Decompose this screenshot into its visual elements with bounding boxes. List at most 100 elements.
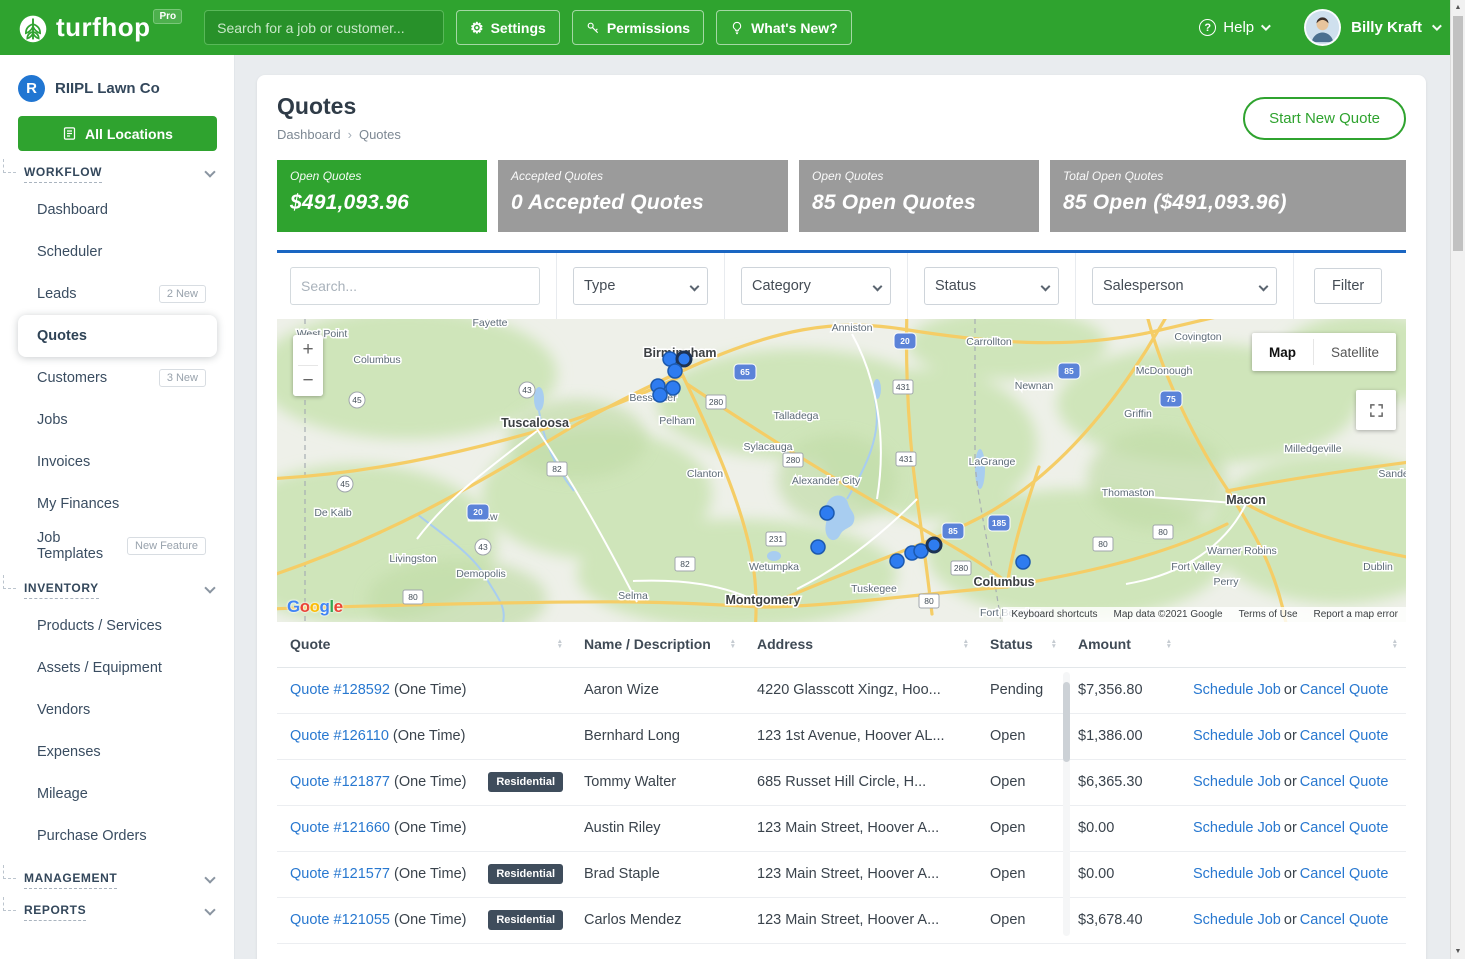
cancel-quote-link[interactable]: Cancel Quote (1300, 820, 1389, 836)
fullscreen-button[interactable] (1356, 390, 1396, 430)
schedule-job-link[interactable]: Schedule Job (1193, 774, 1281, 790)
settings-button[interactable]: Settings (456, 10, 560, 45)
terms-of-use-link[interactable]: Terms of Use (1231, 609, 1306, 620)
sidebar-item-customers[interactable]: Customers 3 New (18, 357, 217, 399)
zoom-in-button[interactable]: + (293, 335, 323, 365)
global-search-input[interactable] (204, 10, 444, 45)
stat-open-quotes-amount[interactable]: Open Quotes $491,093.96 (277, 160, 487, 232)
status-select[interactable]: Status (924, 267, 1059, 305)
table-scrollbar-thumb[interactable] (1063, 682, 1070, 762)
help-menu[interactable]: Help (1199, 19, 1268, 36)
col-status[interactable]: Status (990, 636, 1033, 652)
cancel-quote-link[interactable]: Cancel Quote (1300, 682, 1389, 698)
sidebar-item-job-templates[interactable]: Job Templates New Feature (18, 525, 217, 567)
cancel-quote-link[interactable]: Cancel Quote (1300, 912, 1389, 928)
sidebar-item-leads[interactable]: Leads 2 New (18, 273, 217, 315)
satellite-view-button[interactable]: Satellite (1314, 333, 1396, 371)
scrollbar-thumb[interactable] (1453, 16, 1463, 251)
cancel-quote-link[interactable]: Cancel Quote (1300, 774, 1389, 790)
sidebar-item-scheduler[interactable]: Scheduler (18, 231, 217, 273)
user-menu[interactable]: Billy Kraft (1351, 19, 1422, 36)
chevron-down-icon (1259, 282, 1269, 292)
quote-link[interactable]: Quote #121660 (290, 820, 390, 836)
report-error-link[interactable]: Report a map error (1306, 609, 1406, 620)
section-reports[interactable]: REPORTS (24, 903, 214, 921)
cancel-quote-link[interactable]: Cancel Quote (1300, 728, 1389, 744)
sidebar-item-purchase-orders[interactable]: Purchase Orders (18, 815, 217, 857)
sidebar-item-my-finances[interactable]: My Finances (18, 483, 217, 525)
road-shield: 43 (519, 382, 535, 398)
quotes-map[interactable]: West PointFayetteColumbusTuscaloosaBirmi… (277, 319, 1406, 622)
start-new-quote-button[interactable]: Start New Quote (1243, 97, 1406, 140)
quote-link[interactable]: Quote #121055 (290, 912, 390, 928)
quotes-search-input[interactable] (290, 267, 540, 305)
quote-link[interactable]: Quote #121577 (290, 866, 390, 882)
col-address[interactable]: Address (757, 636, 813, 652)
action-separator: or (1284, 774, 1297, 790)
col-name[interactable]: Name / Description (584, 636, 711, 652)
map-view-button[interactable]: Map (1252, 333, 1313, 371)
map-marker[interactable] (653, 388, 667, 402)
quote-type: (One Time) (394, 774, 467, 790)
whats-new-button[interactable]: What's New? (716, 10, 852, 45)
sidebar-item-invoices[interactable]: Invoices (18, 441, 217, 483)
sort-arrows-icon[interactable] (730, 639, 736, 649)
section-inventory[interactable]: INVENTORY (24, 581, 214, 599)
map-marker[interactable] (820, 506, 834, 520)
sidebar-item-quotes[interactable]: Quotes (18, 315, 217, 357)
map-marker[interactable] (668, 364, 682, 378)
filter-button[interactable]: Filter (1314, 268, 1382, 304)
zoom-out-button[interactable]: − (293, 366, 323, 396)
schedule-job-link[interactable]: Schedule Job (1193, 912, 1281, 928)
map-canvas[interactable]: West PointFayetteColumbusTuscaloosaBirmi… (277, 319, 1406, 622)
page-scrollbar[interactable] (1450, 0, 1465, 959)
map-marker[interactable] (890, 554, 904, 568)
section-workflow[interactable]: WORKFLOW (24, 165, 214, 183)
scroll-down-arrow[interactable] (1451, 944, 1465, 959)
breadcrumb-dashboard[interactable]: Dashboard (277, 127, 341, 142)
map-marker[interactable] (677, 352, 691, 366)
quote-link[interactable]: Quote #126110 (290, 728, 389, 744)
sidebar-item-jobs[interactable]: Jobs (18, 399, 217, 441)
quote-link[interactable]: Quote #121877 (290, 774, 390, 790)
quote-address: 123 1st Avenue, Hoover AL... (744, 713, 977, 759)
stat-open-quotes-count[interactable]: Open Quotes 85 Open Quotes (799, 160, 1039, 232)
app-logo[interactable]: turfhop Pro (14, 9, 182, 47)
sort-arrows-icon[interactable] (1166, 639, 1172, 649)
sidebar-item-vendors[interactable]: Vendors (18, 689, 217, 731)
col-amount[interactable]: Amount (1078, 636, 1131, 652)
salesperson-select[interactable]: Salesperson (1092, 267, 1277, 305)
type-select[interactable]: Type (573, 267, 708, 305)
schedule-job-link[interactable]: Schedule Job (1193, 682, 1281, 698)
sidebar-item-dashboard[interactable]: Dashboard (18, 189, 217, 231)
stat-total-open[interactable]: Total Open Quotes 85 Open ($491,093.96) (1050, 160, 1406, 232)
col-quote[interactable]: Quote (290, 636, 330, 652)
permissions-label: Permissions (607, 20, 690, 36)
map-marker[interactable] (927, 538, 941, 552)
schedule-job-link[interactable]: Schedule Job (1193, 866, 1281, 882)
permissions-button[interactable]: Permissions (572, 10, 704, 45)
all-locations-button[interactable]: All Locations (18, 116, 217, 151)
sort-arrows-icon[interactable] (963, 639, 969, 649)
sidebar-item-expenses[interactable]: Expenses (18, 731, 217, 773)
sidebar-item-assets-equipment[interactable]: Assets / Equipment (18, 647, 217, 689)
keyboard-shortcuts-link[interactable]: Keyboard shortcuts (1003, 609, 1105, 620)
map-marker[interactable] (811, 540, 825, 554)
stat-accepted-quotes[interactable]: Accepted Quotes 0 Accepted Quotes (498, 160, 788, 232)
map-marker[interactable] (666, 381, 680, 395)
cancel-quote-link[interactable]: Cancel Quote (1300, 866, 1389, 882)
company-header[interactable]: R RIIPL Lawn Co (0, 55, 234, 114)
sidebar-item-mileage[interactable]: Mileage (18, 773, 217, 815)
schedule-job-link[interactable]: Schedule Job (1193, 728, 1281, 744)
sidebar-item-products-services[interactable]: Products / Services (18, 605, 217, 647)
sort-arrows-icon[interactable] (1051, 639, 1057, 649)
schedule-job-link[interactable]: Schedule Job (1193, 820, 1281, 836)
user-avatar[interactable] (1304, 9, 1341, 46)
scroll-up-arrow[interactable] (1451, 0, 1465, 15)
quote-link[interactable]: Quote #128592 (290, 682, 390, 698)
category-select[interactable]: Category (741, 267, 891, 305)
sort-arrows-icon[interactable] (1392, 639, 1398, 649)
map-marker[interactable] (1016, 555, 1030, 569)
sort-arrows-icon[interactable] (557, 639, 563, 649)
section-management[interactable]: MANAGEMENT (24, 871, 214, 889)
